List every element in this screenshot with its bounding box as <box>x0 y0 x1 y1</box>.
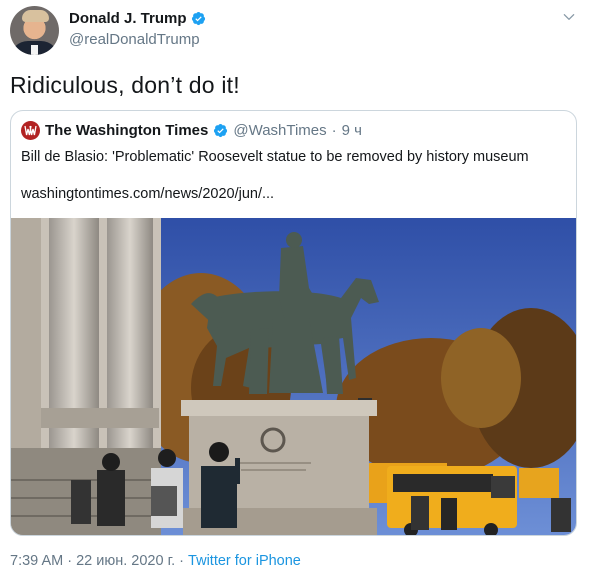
quoted-tweet-header: The Washington Times @WashTimes · 9 ч <box>21 121 362 140</box>
tweet-time[interactable]: 7:39 AM <box>10 553 63 569</box>
verified-badge-icon <box>191 11 205 26</box>
quoted-timestamp[interactable]: 9 ч <box>342 122 362 139</box>
author-avatar[interactable] <box>10 6 59 55</box>
quoted-separator: · <box>331 122 337 139</box>
washington-times-logo[interactable] <box>21 121 40 140</box>
chevron-down-icon[interactable] <box>562 10 576 24</box>
quoted-tweet-link[interactable]: washingtontimes.com/news/2020/jun/... <box>21 186 274 202</box>
meta-separator: · <box>67 553 73 569</box>
quoted-tweet-text: Bill de Blasio: 'Problematic' Roosevelt … <box>21 149 529 165</box>
quoted-handle[interactable]: @WashTimes <box>233 122 326 139</box>
tweet-date[interactable]: 22 июн. 2020 г. <box>76 553 175 569</box>
author-handle[interactable]: @realDonaldTrump <box>69 31 200 48</box>
tweet-source-link[interactable]: Twitter for iPhone <box>188 553 301 569</box>
author-name-row[interactable]: Donald J. Trump <box>69 10 206 27</box>
meta-separator: · <box>179 553 185 569</box>
quoted-display-name[interactable]: The Washington Times <box>45 122 208 139</box>
tweet-meta: 7:39 AM · 22 июн. 2020 г. · Twitter for … <box>10 553 301 569</box>
quoted-tweet-photo[interactable] <box>11 218 576 536</box>
verified-badge-icon <box>214 123 228 138</box>
quoted-tweet-card[interactable]: The Washington Times @WashTimes · 9 ч Bi… <box>10 110 577 536</box>
tweet-text: Ridiculous, don’t do it! <box>10 72 240 98</box>
author-display-name[interactable]: Donald J. Trump <box>69 10 187 27</box>
